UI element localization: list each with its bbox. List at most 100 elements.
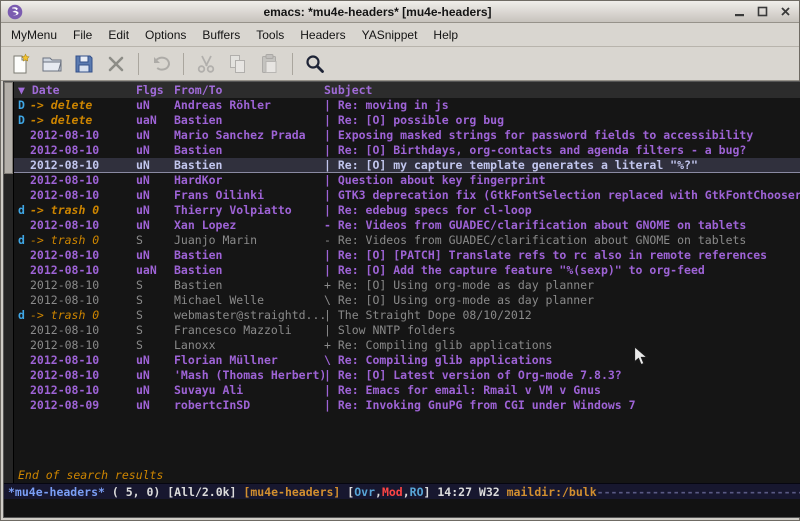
message-subject: | Re: [O] Add the capture feature "%(sex… xyxy=(324,263,800,278)
message-from: Bastien xyxy=(174,248,324,263)
message-row[interactable]: 2012-08-10SMichael Welle\ Re: [O] Using … xyxy=(14,293,800,308)
message-from: Mario Sanchez Prada xyxy=(174,128,324,143)
frame: ▼ Date Flgs From/To Subject D-> deleteuN… xyxy=(1,81,799,520)
message-subject: \ Re: [O] Using org-mode as day planner xyxy=(324,293,800,308)
message-row[interactable]: 2012-08-10uNMario Sanchez Prada| Exposin… xyxy=(14,128,800,143)
message-row[interactable]: 2012-08-10SBastien+ Re: [O] Using org-mo… xyxy=(14,278,800,293)
message-row[interactable]: 2012-08-10uNFlorian Müllner\ Re: Compili… xyxy=(14,353,800,368)
paste-button xyxy=(255,50,285,78)
message-from: Bastien xyxy=(174,278,324,293)
message-row[interactable]: d-> trash 0Swebmaster@straightd...| The … xyxy=(14,308,800,323)
message-row[interactable]: 2012-08-10uNHardKor| Question about key … xyxy=(14,173,800,188)
message-date: 2012-08-10 xyxy=(30,278,136,293)
new-file-button[interactable] xyxy=(5,50,35,78)
column-header-date[interactable]: ▼ Date xyxy=(18,82,136,98)
message-subject: - Re: Videos from GUADEC/clarification a… xyxy=(324,218,800,233)
column-header-from[interactable]: From/To xyxy=(174,82,324,98)
message-row[interactable]: 2012-08-09uNrobertcInSD| Re: Invoking Gn… xyxy=(14,398,800,413)
menu-item-yasnippet[interactable]: YASnippet xyxy=(354,25,426,45)
message-row[interactable]: d-> trash 0uNThierry Volpiatto| Re: edeb… xyxy=(14,203,800,218)
message-flags: uN xyxy=(136,383,174,398)
message-mark xyxy=(18,293,30,308)
message-mark xyxy=(18,188,30,203)
end-of-results-text: End of search results xyxy=(14,468,800,483)
message-row[interactable]: 2012-08-10uNBastien| Re: [O] my capture … xyxy=(14,158,800,173)
menu-item-edit[interactable]: Edit xyxy=(100,25,137,45)
undo-icon xyxy=(149,52,173,76)
cut-icon xyxy=(194,52,218,76)
menu-item-tools[interactable]: Tools xyxy=(248,25,292,45)
message-date: 2012-08-10 xyxy=(30,188,136,203)
menu-item-buffers[interactable]: Buffers xyxy=(194,25,248,45)
message-date: 2012-08-10 xyxy=(30,128,136,143)
modeline-clock: 14:27 W32 xyxy=(437,484,506,499)
open-folder-button[interactable] xyxy=(37,50,67,78)
message-from: 'Mash (Thomas Herbert) xyxy=(174,368,324,383)
message-mark: d xyxy=(18,233,30,248)
message-row[interactable]: 2012-08-10uNBastien| Re: [O] [PATCH] Tra… xyxy=(14,248,800,263)
message-flags: uN xyxy=(136,158,174,172)
menu-item-mymenu[interactable]: MyMenu xyxy=(3,25,65,45)
message-from: Michael Welle xyxy=(174,293,324,308)
message-row[interactable]: 2012-08-10uNFrans Oilinki| GTK3 deprecat… xyxy=(14,188,800,203)
message-subject: | Exposing masked strings for password f… xyxy=(324,128,800,143)
modeline-open-bracket: [ xyxy=(347,484,354,499)
message-mark xyxy=(18,398,30,413)
message-row[interactable]: 2012-08-10SLanoxx+ Re: Compiling glib ap… xyxy=(14,338,800,353)
column-header-flags[interactable]: Flgs xyxy=(136,82,174,98)
message-from: Francesco Mazzoli xyxy=(174,323,324,338)
message-row[interactable]: 2012-08-10SFrancesco Mazzoli| Slow NNTP … xyxy=(14,323,800,338)
menu-item-headers[interactable]: Headers xyxy=(292,25,353,45)
column-header-subject[interactable]: Subject xyxy=(324,82,800,98)
message-from: Xan Lopez xyxy=(174,218,324,233)
message-mark: d xyxy=(18,203,30,218)
toolbar-separator xyxy=(138,53,139,75)
menu-item-help[interactable]: Help xyxy=(425,25,466,45)
message-from: Florian Müllner xyxy=(174,353,324,368)
message-row[interactable]: D-> deleteuaNBastien| Re: [O] possible o… xyxy=(14,113,800,128)
modeline-separator-2: , xyxy=(403,484,410,499)
message-row[interactable]: 2012-08-10uNSuvayu Ali| Re: Emacs for em… xyxy=(14,383,800,398)
message-list: D-> deleteuNAndreas Röhler| Re: moving i… xyxy=(14,98,800,468)
message-mark: D xyxy=(18,98,30,113)
message-row[interactable]: 2012-08-10uaNBastien| Re: [O] Add the ca… xyxy=(14,263,800,278)
message-date: -> delete xyxy=(30,98,136,113)
close-button[interactable] xyxy=(101,50,131,78)
search-button[interactable] xyxy=(300,50,330,78)
message-row[interactable]: D-> deleteuNAndreas Röhler| Re: moving i… xyxy=(14,98,800,113)
message-date: 2012-08-10 xyxy=(30,263,136,278)
message-from: Juanjo Marin xyxy=(174,233,324,248)
menu-item-options[interactable]: Options xyxy=(137,25,194,45)
message-mark xyxy=(18,263,30,278)
message-row[interactable]: 2012-08-10uN'Mash (Thomas Herbert)| Re: … xyxy=(14,368,800,383)
message-row[interactable]: 2012-08-10uNXan Lopez- Re: Videos from G… xyxy=(14,218,800,233)
message-subject: | Re: [O] my capture template generates … xyxy=(324,158,800,172)
save-button[interactable] xyxy=(69,50,99,78)
message-mark: d xyxy=(18,308,30,323)
message-subject: \ Re: Compiling glib applications xyxy=(324,353,800,368)
menu-item-file[interactable]: File xyxy=(65,25,100,45)
message-from: Bastien xyxy=(174,113,324,128)
message-from: Suvayu Ali xyxy=(174,383,324,398)
minibuffer[interactable] xyxy=(4,499,800,517)
title-bar[interactable]: emacs: *mu4e-headers* [mu4e-headers] xyxy=(1,1,799,23)
message-flags: uN xyxy=(136,173,174,188)
message-subject: | Re: moving in js xyxy=(324,98,800,113)
maximize-button[interactable] xyxy=(755,4,770,19)
message-subject: | Re: [O] [PATCH] Translate refs to rc a… xyxy=(324,248,800,263)
message-from: robertcInSD xyxy=(174,398,324,413)
message-row[interactable]: 2012-08-10uNBastien| Re: [O] Birthdays, … xyxy=(14,143,800,158)
message-row[interactable]: d-> trash 0SJuanjo Marin- Re: Videos fro… xyxy=(14,233,800,248)
minimize-button[interactable] xyxy=(732,4,747,19)
message-date: 2012-08-10 xyxy=(30,158,136,172)
message-flags: uN xyxy=(136,368,174,383)
tool-bar xyxy=(1,47,799,81)
scrollbar[interactable] xyxy=(4,82,14,483)
toolbar-separator xyxy=(292,53,293,75)
emacs-window: emacs: *mu4e-headers* [mu4e-headers] MyM… xyxy=(0,0,800,521)
message-mark xyxy=(18,128,30,143)
close-window-button[interactable] xyxy=(778,4,793,19)
buffer-area: ▼ Date Flgs From/To Subject D-> deleteuN… xyxy=(4,82,800,483)
scrollbar-thumb[interactable] xyxy=(4,82,13,174)
message-subject: | Re: [O] Birthdays, org-contacts and ag… xyxy=(324,143,800,158)
